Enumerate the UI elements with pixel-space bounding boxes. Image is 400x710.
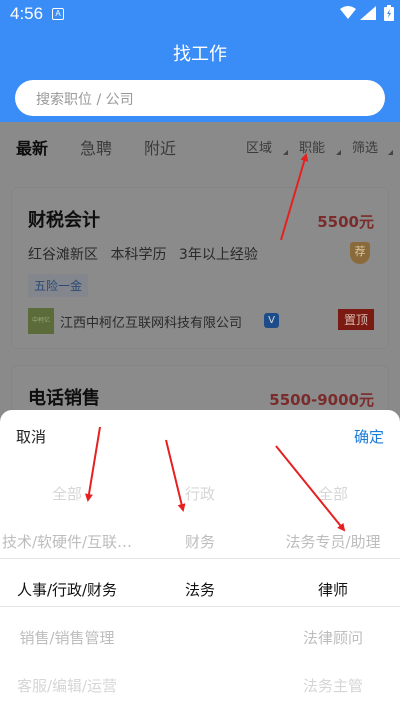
dropdown-icon	[388, 150, 393, 155]
cancel-button[interactable]: 取消	[16, 426, 46, 447]
filter-function[interactable]: 职能	[299, 137, 325, 156]
signal-icon	[360, 6, 376, 20]
picker-option[interactable]: 销售/销售管理	[0, 614, 134, 662]
battery-icon	[384, 5, 394, 21]
status-time: 4:56	[10, 4, 44, 23]
job-experience: 3年以上经验	[178, 247, 258, 263]
picker-column-subcategory[interactable]: 行政 财务 法务	[134, 470, 266, 710]
page-title: 找工作	[173, 44, 227, 65]
picker-option[interactable]: 财务	[134, 518, 266, 566]
job-location: 红谷滩新区	[28, 247, 98, 263]
job-title: 电话销售	[28, 388, 100, 409]
picker-option-selected[interactable]: 法务	[134, 566, 266, 614]
company-logo: 中柯亿	[28, 308, 54, 334]
job-education: 本科学历	[110, 247, 167, 263]
status-bar: 4:56 A	[0, 0, 400, 28]
filter-region[interactable]: 区域	[246, 137, 272, 156]
pinned-badge: 置顶	[337, 309, 374, 330]
job-card[interactable]: 财税会计 5500元 红谷滩新区 本科学历 3年以上经验 荐 五险一金 中柯亿 …	[12, 188, 388, 348]
picker-option-selected[interactable]: 人事/行政/财务	[0, 566, 134, 614]
search-input[interactable]: 搜索职位 / 公司	[15, 80, 385, 116]
company-name: 江西中柯亿互联网科技有限公司	[60, 316, 243, 331]
confirm-button[interactable]: 确定	[354, 426, 384, 447]
notification-icon: A	[52, 8, 64, 20]
job-meta: 红谷滩新区 本科学历 3年以上经验	[28, 244, 258, 264]
tab-nearby[interactable]: 附近	[144, 135, 176, 159]
picker-option[interactable]: 技术/软硬件/互联…	[0, 518, 134, 566]
job-title: 财税会计	[28, 210, 100, 231]
picker-option[interactable]: 法律顾问	[266, 614, 400, 662]
picker-option[interactable]: 全部	[266, 470, 400, 518]
function-picker-sheet: 取消 确定 全部 技术/软硬件/互联… 人事/行政/财务 销售/销售管理 客服/…	[0, 410, 400, 710]
benefit-tag: 五险一金	[28, 274, 89, 297]
app-header: 4:56 A 找工作 搜索职位 / 公司	[0, 0, 400, 122]
wifi-icon	[340, 6, 356, 19]
tab-urgent[interactable]: 急聘	[80, 135, 112, 159]
picker-option[interactable]: 行政	[134, 470, 266, 518]
picker-option[interactable]: 法务主管	[266, 662, 400, 710]
filter-more[interactable]: 筛选	[352, 137, 378, 156]
picker-column-position[interactable]: 全部 法务专员/助理 律师 法律顾问 法务主管	[266, 470, 400, 710]
tab-latest[interactable]: 最新	[16, 135, 48, 159]
job-salary: 5500元	[317, 213, 374, 231]
search-placeholder: 搜索职位 / 公司	[36, 92, 134, 108]
picker-column-category[interactable]: 全部 技术/软硬件/互联… 人事/行政/财务 销售/销售管理 客服/编辑/运营	[0, 470, 134, 710]
job-salary: 5500-9000元	[269, 391, 374, 409]
certified-shield-icon: 荐	[350, 242, 370, 264]
picker-option[interactable]: 客服/编辑/运营	[0, 662, 134, 710]
tab-bar: 最新 急聘 附近 区域 职能 筛选	[0, 122, 400, 168]
dropdown-icon	[336, 150, 341, 155]
picker-option-selected[interactable]: 律师	[266, 566, 400, 614]
picker-option[interactable]: 全部	[0, 470, 134, 518]
dropdown-icon	[283, 150, 288, 155]
picker-option[interactable]: 法务专员/助理	[266, 518, 400, 566]
verified-icon: V	[264, 313, 279, 328]
